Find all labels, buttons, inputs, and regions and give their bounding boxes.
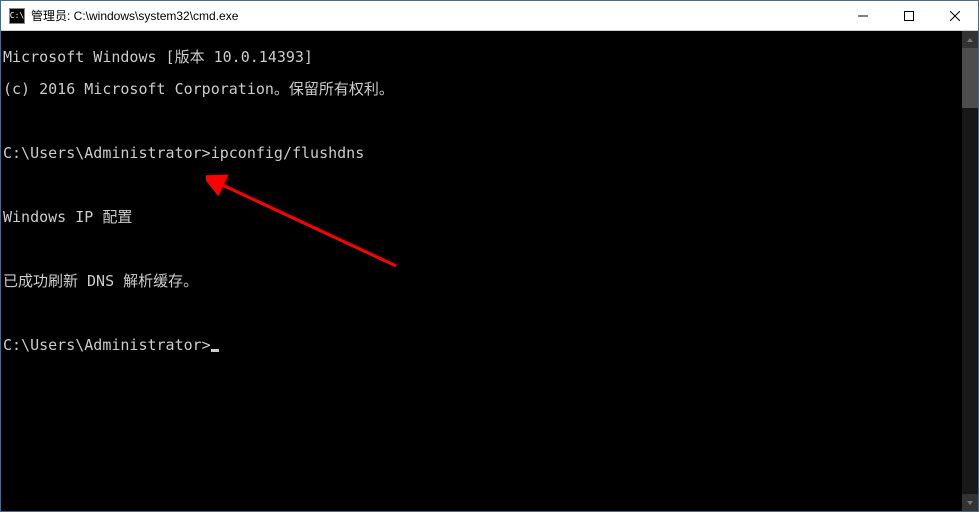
text-cursor xyxy=(211,349,219,352)
prompt-command: ipconfig/flushdns xyxy=(211,145,365,161)
chevron-down-icon xyxy=(966,499,974,507)
scroll-track[interactable] xyxy=(962,48,978,494)
output-blank xyxy=(3,177,976,193)
window-title: 管理员: C:\windows\system32\cmd.exe xyxy=(31,7,840,24)
output-blank xyxy=(3,241,976,257)
scroll-down-button[interactable] xyxy=(962,494,978,511)
prompt-line: C:\Users\Administrator> xyxy=(3,337,976,353)
console-output: Microsoft Windows [版本 10.0.14393] (c) 20… xyxy=(1,31,978,387)
output-line: Windows IP 配置 xyxy=(3,209,976,225)
console-area[interactable]: Microsoft Windows [版本 10.0.14393] (c) 20… xyxy=(1,31,978,511)
prompt-path: C:\Users\Administrator> xyxy=(3,145,211,161)
maximize-button[interactable] xyxy=(886,1,932,30)
cmd-icon-label: C:\ xyxy=(10,11,24,20)
maximize-icon xyxy=(904,11,914,21)
minimize-button[interactable] xyxy=(840,1,886,30)
cmd-window: C:\ 管理员: C:\windows\system32\cmd.exe Mic… xyxy=(0,0,979,512)
output-line: Microsoft Windows [版本 10.0.14393] xyxy=(3,49,976,65)
scroll-thumb[interactable] xyxy=(962,48,978,108)
prompt-path: C:\Users\Administrator> xyxy=(3,337,211,353)
chevron-up-icon xyxy=(966,36,974,44)
minimize-icon xyxy=(858,11,868,21)
prompt-line: C:\Users\Administrator>ipconfig/flushdns xyxy=(3,145,976,161)
vertical-scrollbar[interactable] xyxy=(962,31,978,511)
output-line: 已成功刷新 DNS 解析缓存。 xyxy=(3,273,976,289)
close-icon xyxy=(950,11,960,21)
cmd-icon: C:\ xyxy=(9,8,25,24)
window-controls xyxy=(840,1,978,30)
close-button[interactable] xyxy=(932,1,978,30)
output-blank xyxy=(3,305,976,321)
output-line: (c) 2016 Microsoft Corporation。保留所有权利。 xyxy=(3,81,976,97)
output-blank xyxy=(3,113,976,129)
titlebar[interactable]: C:\ 管理员: C:\windows\system32\cmd.exe xyxy=(1,1,978,31)
scroll-up-button[interactable] xyxy=(962,31,978,48)
